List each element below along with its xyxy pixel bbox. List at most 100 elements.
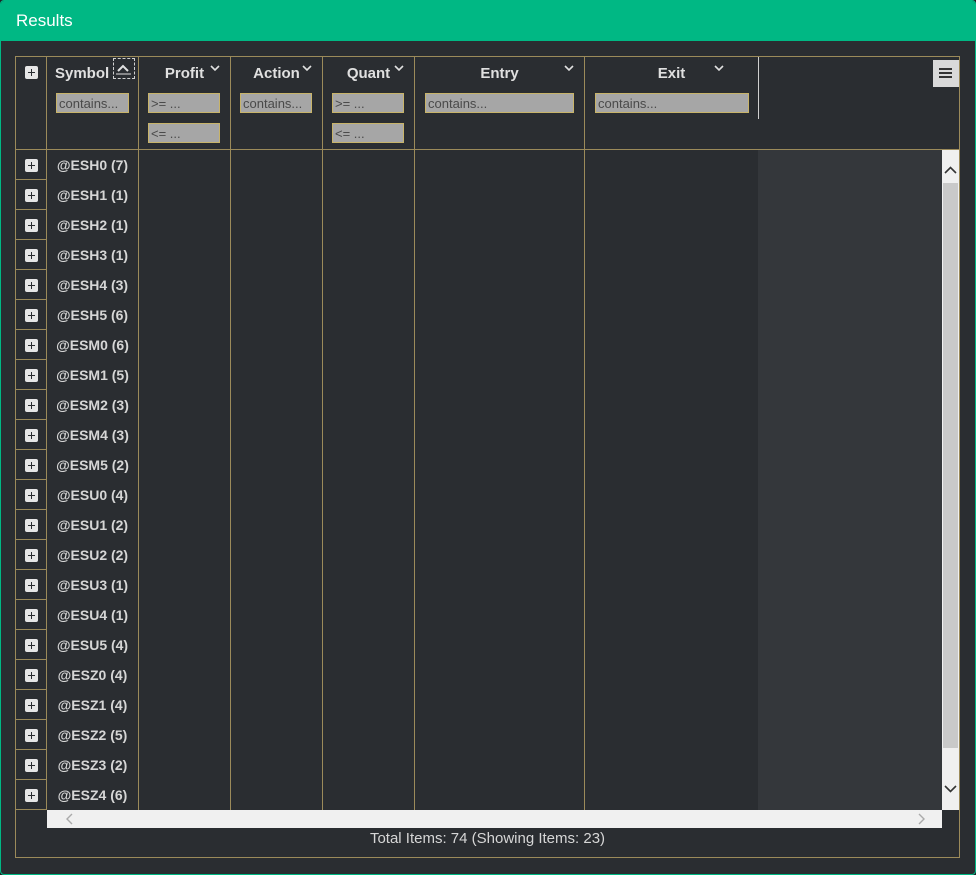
scroll-right-arrow[interactable] bbox=[913, 810, 930, 828]
horizontal-scrollbar[interactable] bbox=[47, 810, 942, 828]
table-row-symbol[interactable]: @ESH2 (1) bbox=[47, 210, 138, 240]
column-header-profit[interactable]: Profit bbox=[139, 57, 231, 149]
table-row-symbol[interactable]: @ESH0 (7) bbox=[47, 150, 138, 180]
expand-all-icon[interactable] bbox=[25, 66, 38, 79]
column-menu-quant[interactable] bbox=[392, 62, 406, 76]
table-row-symbol[interactable]: @ESU5 (4) bbox=[47, 630, 138, 660]
column-label-entry[interactable]: Entry bbox=[415, 65, 584, 82]
action-column bbox=[231, 150, 323, 810]
filter-symbol-input[interactable] bbox=[56, 93, 129, 113]
row-expand-button[interactable] bbox=[16, 390, 46, 420]
filter-quant-max-input[interactable] bbox=[332, 123, 404, 143]
table-row-symbol[interactable]: @ESH4 (3) bbox=[47, 270, 138, 300]
column-header-quant[interactable]: Quant bbox=[323, 57, 415, 149]
results-window: Results Symbol Profit bbox=[0, 0, 976, 875]
table-row-symbol[interactable]: @ESZ2 (5) bbox=[47, 720, 138, 750]
table-row-symbol[interactable]: @ESZ3 (2) bbox=[47, 750, 138, 780]
column-menu-action[interactable] bbox=[300, 62, 314, 76]
row-expand-button[interactable] bbox=[16, 630, 46, 660]
row-expand-button[interactable] bbox=[16, 600, 46, 630]
row-expand-button[interactable] bbox=[16, 750, 46, 780]
chevron-down-icon bbox=[302, 65, 312, 72]
plus-box-icon bbox=[25, 369, 38, 382]
plus-box-icon bbox=[25, 549, 38, 562]
plus-box-icon bbox=[25, 489, 38, 502]
plus-box-icon bbox=[25, 429, 38, 442]
table-row-symbol[interactable]: @ESM4 (3) bbox=[47, 420, 138, 450]
table-row-symbol[interactable]: @ESU0 (4) bbox=[47, 480, 138, 510]
column-menu-entry[interactable] bbox=[562, 62, 576, 76]
scroll-up-arrow[interactable] bbox=[942, 162, 959, 179]
row-expand-button[interactable] bbox=[16, 420, 46, 450]
results-grid: Symbol Profit Acti bbox=[15, 56, 960, 858]
grid-menu-button[interactable] bbox=[933, 60, 959, 87]
plus-box-icon bbox=[25, 159, 38, 172]
table-row-symbol[interactable]: @ESU1 (2) bbox=[47, 510, 138, 540]
plus-box-icon bbox=[25, 639, 38, 652]
row-expand-button[interactable] bbox=[16, 570, 46, 600]
entry-column bbox=[415, 150, 585, 810]
row-expand-button[interactable] bbox=[16, 450, 46, 480]
table-row-symbol[interactable]: @ESH5 (6) bbox=[47, 300, 138, 330]
table-row-symbol[interactable]: @ESU2 (2) bbox=[47, 540, 138, 570]
filter-quant-min-input[interactable] bbox=[332, 93, 404, 113]
symbol-column: @ESH0 (7) @ESH1 (1) @ESH2 (1) @ESH3 (1) @ESH… bbox=[47, 150, 139, 810]
scroll-down-arrow[interactable] bbox=[942, 780, 959, 797]
column-header-entry[interactable]: Entry bbox=[415, 57, 585, 149]
table-row-symbol[interactable]: @ESM0 (6) bbox=[47, 330, 138, 360]
plus-box-icon bbox=[25, 789, 38, 802]
plus-box-icon bbox=[25, 669, 38, 682]
plus-box-icon bbox=[25, 729, 38, 742]
row-expand-button[interactable] bbox=[16, 180, 46, 210]
table-row-symbol[interactable]: @ESM1 (5) bbox=[47, 360, 138, 390]
row-expand-button[interactable] bbox=[16, 720, 46, 750]
table-row-symbol[interactable]: @ESH3 (1) bbox=[47, 240, 138, 270]
filter-entry-input[interactable] bbox=[425, 93, 574, 113]
hamburger-menu-icon bbox=[939, 68, 952, 70]
row-expand-button[interactable] bbox=[16, 240, 46, 270]
plus-box-icon bbox=[25, 609, 38, 622]
vertical-scroll-thumb[interactable] bbox=[943, 183, 958, 748]
plus-box-icon bbox=[25, 699, 38, 712]
vertical-scrollbar[interactable] bbox=[942, 150, 959, 810]
plus-box-icon bbox=[25, 189, 38, 202]
filter-action-input[interactable] bbox=[240, 93, 312, 113]
filter-profit-min-input[interactable] bbox=[148, 93, 220, 113]
row-expand-button[interactable] bbox=[16, 210, 46, 240]
column-menu-profit[interactable] bbox=[208, 62, 222, 76]
table-row-symbol[interactable]: @ESU4 (1) bbox=[47, 600, 138, 630]
column-label-exit[interactable]: Exit bbox=[585, 65, 758, 82]
row-expand-button[interactable] bbox=[16, 690, 46, 720]
row-expand-button[interactable] bbox=[16, 330, 46, 360]
row-expand-button[interactable] bbox=[16, 150, 46, 180]
column-header-action[interactable]: Action bbox=[231, 57, 323, 149]
chevron-down-icon bbox=[394, 65, 404, 72]
row-expand-button[interactable] bbox=[16, 300, 46, 330]
column-menu-exit[interactable] bbox=[712, 62, 726, 76]
scroll-left-arrow[interactable] bbox=[61, 810, 78, 828]
sort-indicator[interactable] bbox=[113, 58, 135, 79]
table-row-symbol[interactable]: @ESZ4 (6) bbox=[47, 780, 138, 810]
row-expand-button[interactable] bbox=[16, 270, 46, 300]
exit-column bbox=[585, 150, 758, 810]
table-row-symbol[interactable]: @ESM2 (3) bbox=[47, 390, 138, 420]
table-row-symbol[interactable]: @ESZ0 (4) bbox=[47, 660, 138, 690]
table-row-symbol[interactable]: @ESH1 (1) bbox=[47, 180, 138, 210]
plus-box-icon bbox=[25, 309, 38, 322]
row-expand-button[interactable] bbox=[16, 540, 46, 570]
row-expand-button[interactable] bbox=[16, 510, 46, 540]
plus-box-icon bbox=[25, 519, 38, 532]
row-expand-button[interactable] bbox=[16, 780, 46, 810]
plus-box-icon bbox=[25, 399, 38, 412]
filter-profit-max-input[interactable] bbox=[148, 123, 220, 143]
table-row-symbol[interactable]: @ESZ1 (4) bbox=[47, 690, 138, 720]
column-header-symbol[interactable]: Symbol bbox=[47, 57, 139, 149]
plus-box-icon bbox=[25, 279, 38, 292]
table-row-symbol[interactable]: @ESM5 (2) bbox=[47, 450, 138, 480]
row-expand-button[interactable] bbox=[16, 480, 46, 510]
filter-exit-input[interactable] bbox=[595, 93, 749, 113]
row-expand-button[interactable] bbox=[16, 360, 46, 390]
row-expand-button[interactable] bbox=[16, 660, 46, 690]
column-header-exit[interactable]: Exit bbox=[585, 57, 759, 119]
table-row-symbol[interactable]: @ESU3 (1) bbox=[47, 570, 138, 600]
